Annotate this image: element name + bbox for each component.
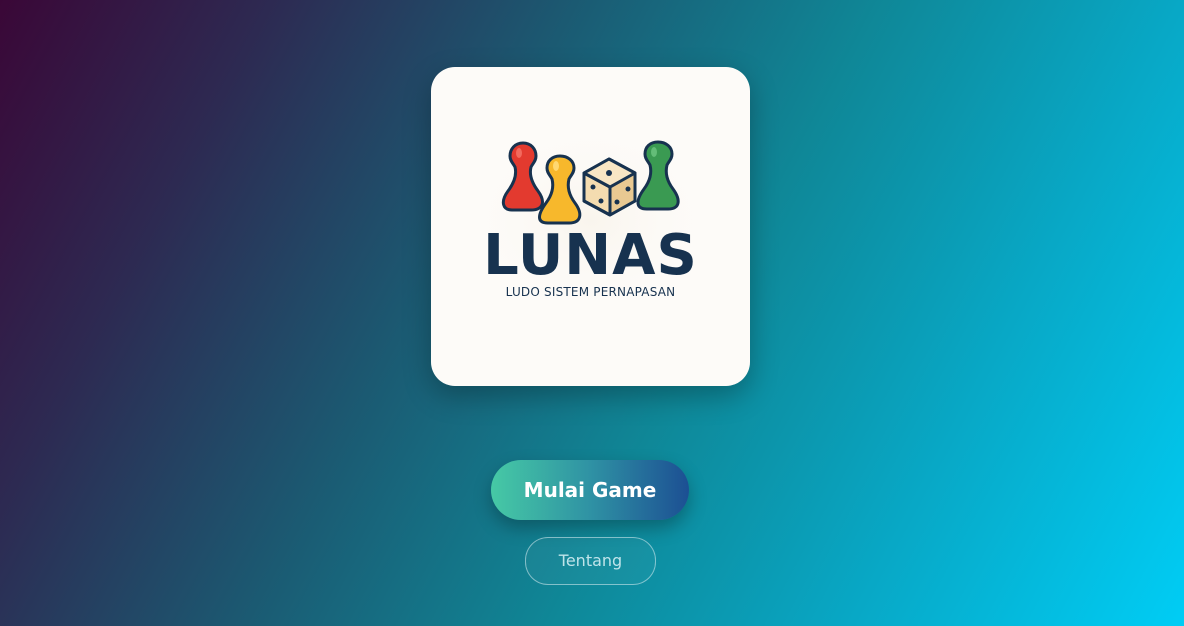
logo-subtitle: LUDO SISTEM PERNAPASAN <box>505 285 676 299</box>
dice-icon <box>582 157 637 217</box>
about-button[interactable]: Tentang <box>525 537 656 585</box>
game-logo-card: LUNAS LUDO SISTEM PERNAPASAN <box>431 67 750 386</box>
logo-title: LUNAS <box>483 223 698 288</box>
start-game-button[interactable]: Mulai Game <box>491 460 689 520</box>
